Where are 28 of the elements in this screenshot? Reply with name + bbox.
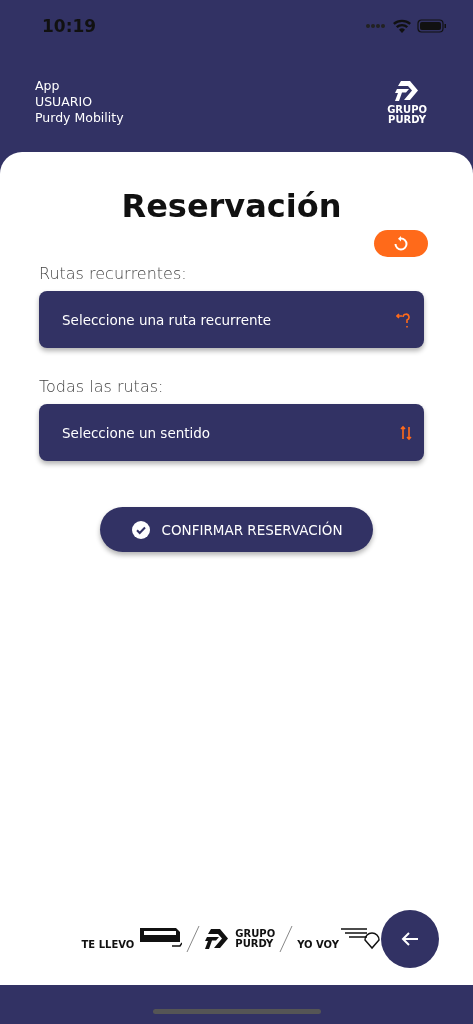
- check-circle-icon: [131, 520, 150, 539]
- back-button[interactable]: [381, 910, 439, 968]
- slash-divider: [186, 925, 201, 953]
- battery-icon: [417, 19, 447, 33]
- back-arrow-icon: [401, 931, 419, 947]
- refresh-icon: [393, 235, 409, 252]
- brand-logo-text: YO VOY: [297, 940, 339, 950]
- wifi-icon: [393, 19, 411, 33]
- brand-logo-text: GRUPO PURDY: [235, 929, 276, 949]
- header-text: Purdy Mobility: [35, 110, 124, 126]
- page-title: Reservación: [120, 186, 343, 226]
- refresh-button[interactable]: [374, 230, 428, 257]
- slash-divider: [279, 925, 294, 953]
- header-text: USUARIO: [35, 94, 93, 110]
- route-dropdown[interactable]: Seleccione un sentido: [39, 404, 424, 461]
- return-question-icon: [396, 310, 412, 329]
- arrow-logo-icon: [204, 928, 231, 950]
- confirm-button[interactable]: CONFIRMAR RESERVACIÓN: [99, 507, 374, 552]
- arrow-logo-icon: [394, 79, 421, 102]
- brand-logo-text: TE LLEVO: [81, 940, 135, 950]
- signal-icon: [365, 23, 387, 29]
- header-text: App: [35, 78, 61, 94]
- field-label: Todas las rutas:: [39, 376, 165, 398]
- route-dropdown[interactable]: Seleccione una ruta recurrente: [39, 291, 424, 348]
- logo-text: GRUPO PURDY: [387, 104, 427, 125]
- swap-arrows-icon: [400, 424, 412, 441]
- status-time: 10:19: [42, 16, 97, 36]
- field-label: Rutas recurrentes:: [39, 263, 188, 285]
